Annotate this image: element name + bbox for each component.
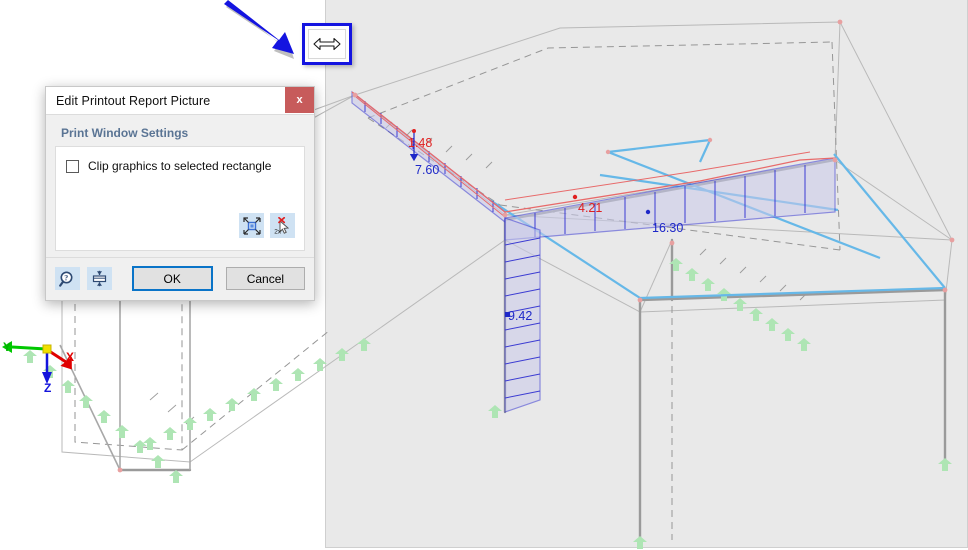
clip-graphics-label: Clip graphics to selected rectangle [88,159,272,173]
window-fit-button[interactable] [86,267,112,290]
print-window-settings-title: Print Window Settings [61,126,189,140]
fit-to-rectangle-button[interactable] [239,213,264,238]
axis-label-y: Y [3,340,12,354]
close-icon[interactable]: x [285,87,314,113]
help-magnifier-icon: ? [59,271,73,287]
result-label-1-48: 1.48 [408,136,433,150]
result-label-4-21: 4.21 [578,201,603,215]
resize-button-inner [308,29,346,59]
dialog-titlebar[interactable]: Edit Printout Report Picture x [46,87,314,115]
ok-button[interactable]: OK [131,266,213,291]
axis-label-z: Z [44,381,52,395]
print-window-settings-panel: Clip graphics to selected rectangle 2x [55,146,305,251]
help-button[interactable]: ? [55,267,80,290]
cancel-button[interactable]: Cancel [225,267,305,290]
fit-rectangle-icon [242,216,261,235]
cursor-delete-2x-icon: 2x [274,216,289,235]
horizontal-resize-arrow-icon [313,37,341,51]
svg-text:?: ? [65,273,69,282]
result-label-7-60: 7.60 [415,163,440,177]
resize-print-window-button[interactable] [302,23,352,65]
reset-selection-button[interactable]: 2x [270,213,295,238]
clip-graphics-checkbox[interactable] [66,159,79,173]
window-fit-icon [92,270,106,287]
dialog-title: Edit Printout Report Picture [56,93,211,108]
dialog-body: Print Window Settings Clip graphics to s… [46,115,314,257]
svg-text:2x: 2x [274,228,282,235]
axis-label-x: X [66,350,75,364]
clip-graphics-checkbox-row[interactable]: Clip graphics to selected rectangle [66,159,294,173]
edit-printout-report-picture-dialog[interactable]: Edit Printout Report Picture x Print Win… [45,86,315,301]
result-label-16-30: 16.30 [652,221,684,235]
panel-tool-buttons: 2x [239,213,295,238]
result-label-9-42: 9.42 [508,309,533,323]
dialog-footer: ? OK Cancel [46,257,314,300]
